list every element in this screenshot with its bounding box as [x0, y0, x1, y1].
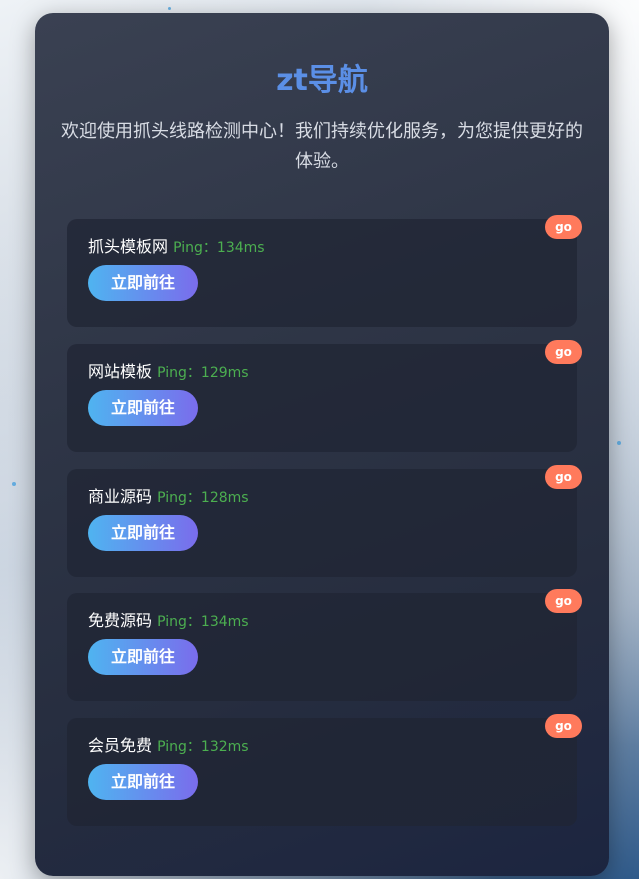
site-info: 网站模板 Ping：129ms [88, 362, 249, 383]
site-name: 商业源码 [88, 487, 153, 506]
site-card: 网站模板 Ping：129ms 立即前往 go [67, 340, 582, 452]
nav-card: zt导航 欢迎使用抓头线路检测中心！我们持续优化服务，为您提供更好的体验。 抓头… [35, 13, 609, 876]
ping-value: 129ms [200, 365, 249, 381]
site-name: 网站模板 [88, 362, 153, 381]
ping-label: Ping： [157, 739, 201, 755]
go-badge[interactable]: go [545, 589, 582, 613]
ping-value: 134ms [200, 614, 249, 630]
visit-button[interactable]: 立即前往 [88, 265, 198, 301]
ping-value: 128ms [200, 490, 249, 506]
visit-button[interactable]: 立即前往 [88, 515, 198, 551]
site-name: 免费源码 [88, 611, 153, 630]
ping-label: Ping： [173, 240, 217, 256]
site-card: 会员免费 Ping：132ms 立即前往 go [67, 714, 582, 826]
ping-label: Ping： [157, 365, 201, 381]
site-info: 免费源码 Ping：134ms [88, 611, 249, 632]
background-dot [168, 7, 171, 10]
site-info: 会员免费 Ping：132ms [88, 736, 249, 757]
ping-label: Ping： [157, 614, 201, 630]
background-dot [12, 482, 16, 486]
page-title: zt导航 [276, 63, 368, 98]
site-name: 抓头模板网 [88, 237, 169, 256]
go-badge[interactable]: go [545, 714, 582, 738]
site-info: 抓头模板网 Ping：134ms [88, 237, 265, 258]
ping-value: 134ms [216, 240, 265, 256]
go-badge[interactable]: go [545, 215, 582, 239]
site-card: 商业源码 Ping：128ms 立即前往 go [67, 465, 582, 577]
visit-button[interactable]: 立即前往 [88, 639, 198, 675]
go-badge[interactable]: go [545, 340, 582, 364]
visit-button[interactable]: 立即前往 [88, 390, 198, 426]
ping-value: 132ms [200, 739, 249, 755]
site-name: 会员免费 [88, 736, 153, 755]
welcome-message: 欢迎使用抓头线路检测中心！我们持续优化服务，为您提供更好的体验。 [61, 121, 583, 172]
site-card: 免费源码 Ping：134ms 立即前往 go [67, 589, 582, 701]
site-card: 抓头模板网 Ping：134ms 立即前往 go [67, 215, 582, 327]
go-badge[interactable]: go [545, 465, 582, 489]
background-dot [617, 441, 621, 445]
site-info: 商业源码 Ping：128ms [88, 487, 249, 508]
visit-button[interactable]: 立即前往 [88, 764, 198, 800]
ping-label: Ping： [157, 490, 201, 506]
